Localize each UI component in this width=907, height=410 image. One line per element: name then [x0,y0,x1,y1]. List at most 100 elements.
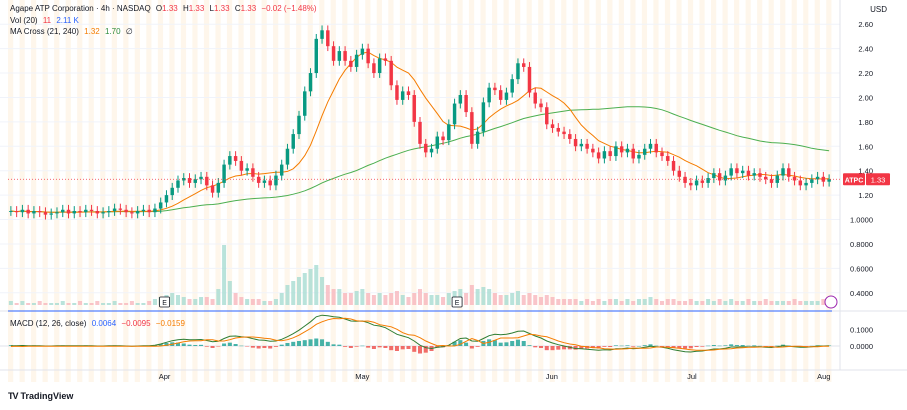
volume-bar [210,299,215,305]
ma-cross-suffix: ∅ [125,27,133,36]
volume-bar [256,299,261,305]
macd-histogram-bar [210,346,215,348]
session-band [595,0,601,382]
chart-container[interactable]: 2.60 2.40 2.20 2.00 1.80 1.60 1.40 1.20 1.0000 0.… [0,0,907,405]
macd-histogram-bar [245,346,250,347]
candle-body [251,168,255,177]
session-band [549,0,555,382]
candle-body [591,148,595,153]
volume-value-2: 2.11 K [56,16,79,25]
close-label: C [234,4,241,13]
macd-label[interactable]: MACD (12, 26, close) [10,319,86,328]
session-band [261,0,267,382]
price-tick-label: 1.60 [858,142,873,151]
macd-histogram-bar [527,345,532,346]
candle-body [435,136,440,149]
candle-body [297,115,301,135]
ma-cross-label[interactable]: MA Cross (21, 240) [10,27,79,36]
macd-histogram-bar [325,341,330,346]
price-tick-label: 2.00 [858,93,873,102]
candle-body [170,187,174,196]
macd-histogram-bar [360,345,365,347]
candle-body [510,79,514,93]
candle-body [9,210,13,212]
time-tick-label: Jul [687,372,697,381]
price-tag-symbol: ATPC [845,177,864,184]
macd-histogram-bar [199,344,204,346]
macd-histogram-bar [337,344,342,346]
candle-body [158,202,163,209]
session-band [803,0,809,382]
session-band [745,0,751,382]
session-band [422,0,429,382]
volume-bar [204,297,209,305]
volume-bar [106,303,111,305]
volume-bar [49,303,54,305]
macd-histogram-bar [250,346,255,348]
candle-body [354,54,359,67]
candle-body [700,180,705,183]
macd-histogram-bar [285,343,290,346]
candle-body [406,91,411,96]
candle-body [320,30,324,39]
candle-body [141,209,146,211]
volume-bar [54,303,59,305]
candle-body [464,95,468,113]
candle-body [521,63,526,67]
currency-label[interactable]: USD [870,5,887,14]
ma-slow-value: 1.70 [104,27,121,36]
volume-bar [412,293,417,305]
macd-histogram-bar [498,342,503,346]
volume-label[interactable]: Vol (20) [10,16,38,25]
chart-canvas[interactable]: 2.602.402.202.001.801.601.401.201.00000.… [0,0,907,405]
volume-bar [809,301,814,305]
macd-histogram-bar [239,345,244,347]
volume-bar [498,295,503,305]
candle-body [274,175,278,186]
time-tick-label: Jun [546,372,558,381]
volume-bar [706,299,711,305]
session-band [515,0,521,382]
macd-histogram-bar [394,346,399,351]
volume-bar [124,303,129,305]
volume-bar [487,289,492,305]
volume-bar [694,301,699,305]
volume-bar [625,299,630,305]
candle-body [573,138,578,147]
session-band [826,0,832,382]
candle-body [769,179,774,183]
volume-bar [72,303,77,305]
macd-histogram-bar [389,346,394,351]
volume-bar [394,291,399,305]
volume-bar [746,299,751,305]
candle-body [331,46,336,61]
session-band [734,0,740,382]
candle-body [303,91,307,116]
macd-histogram-bar [400,346,405,350]
tradingview-brand[interactable]: TV TradingView [8,391,73,401]
volume-bar [775,301,780,305]
volume-bar [492,293,497,305]
candle-body [689,182,693,186]
volume-bar [181,297,186,305]
lightning-icon [824,295,838,309]
candle-body [389,60,393,86]
macd-legend: MACD (12, 26, close) 0.0064 −0.0095 −0.0… [10,319,188,329]
candle-body [124,209,128,213]
macd-histogram-bar [544,346,549,351]
candle-body [26,209,30,214]
volume-bar [781,301,786,305]
macd-value-1: 0.0064 [91,319,117,328]
volume-bar [671,299,676,305]
candle-body [810,179,814,183]
candle-body [147,209,151,213]
candle-body [493,87,497,91]
high-value: 1.33 [188,4,205,13]
symbol-title[interactable]: Agape ATP Corporation · 4h · NASDAQ [10,4,151,13]
session-band [780,0,786,382]
volume-bar [371,295,376,305]
macd-histogram-bar [625,345,630,346]
volume-bar [187,299,192,305]
macd-histogram-bar [227,342,232,346]
candle-body [187,178,192,183]
